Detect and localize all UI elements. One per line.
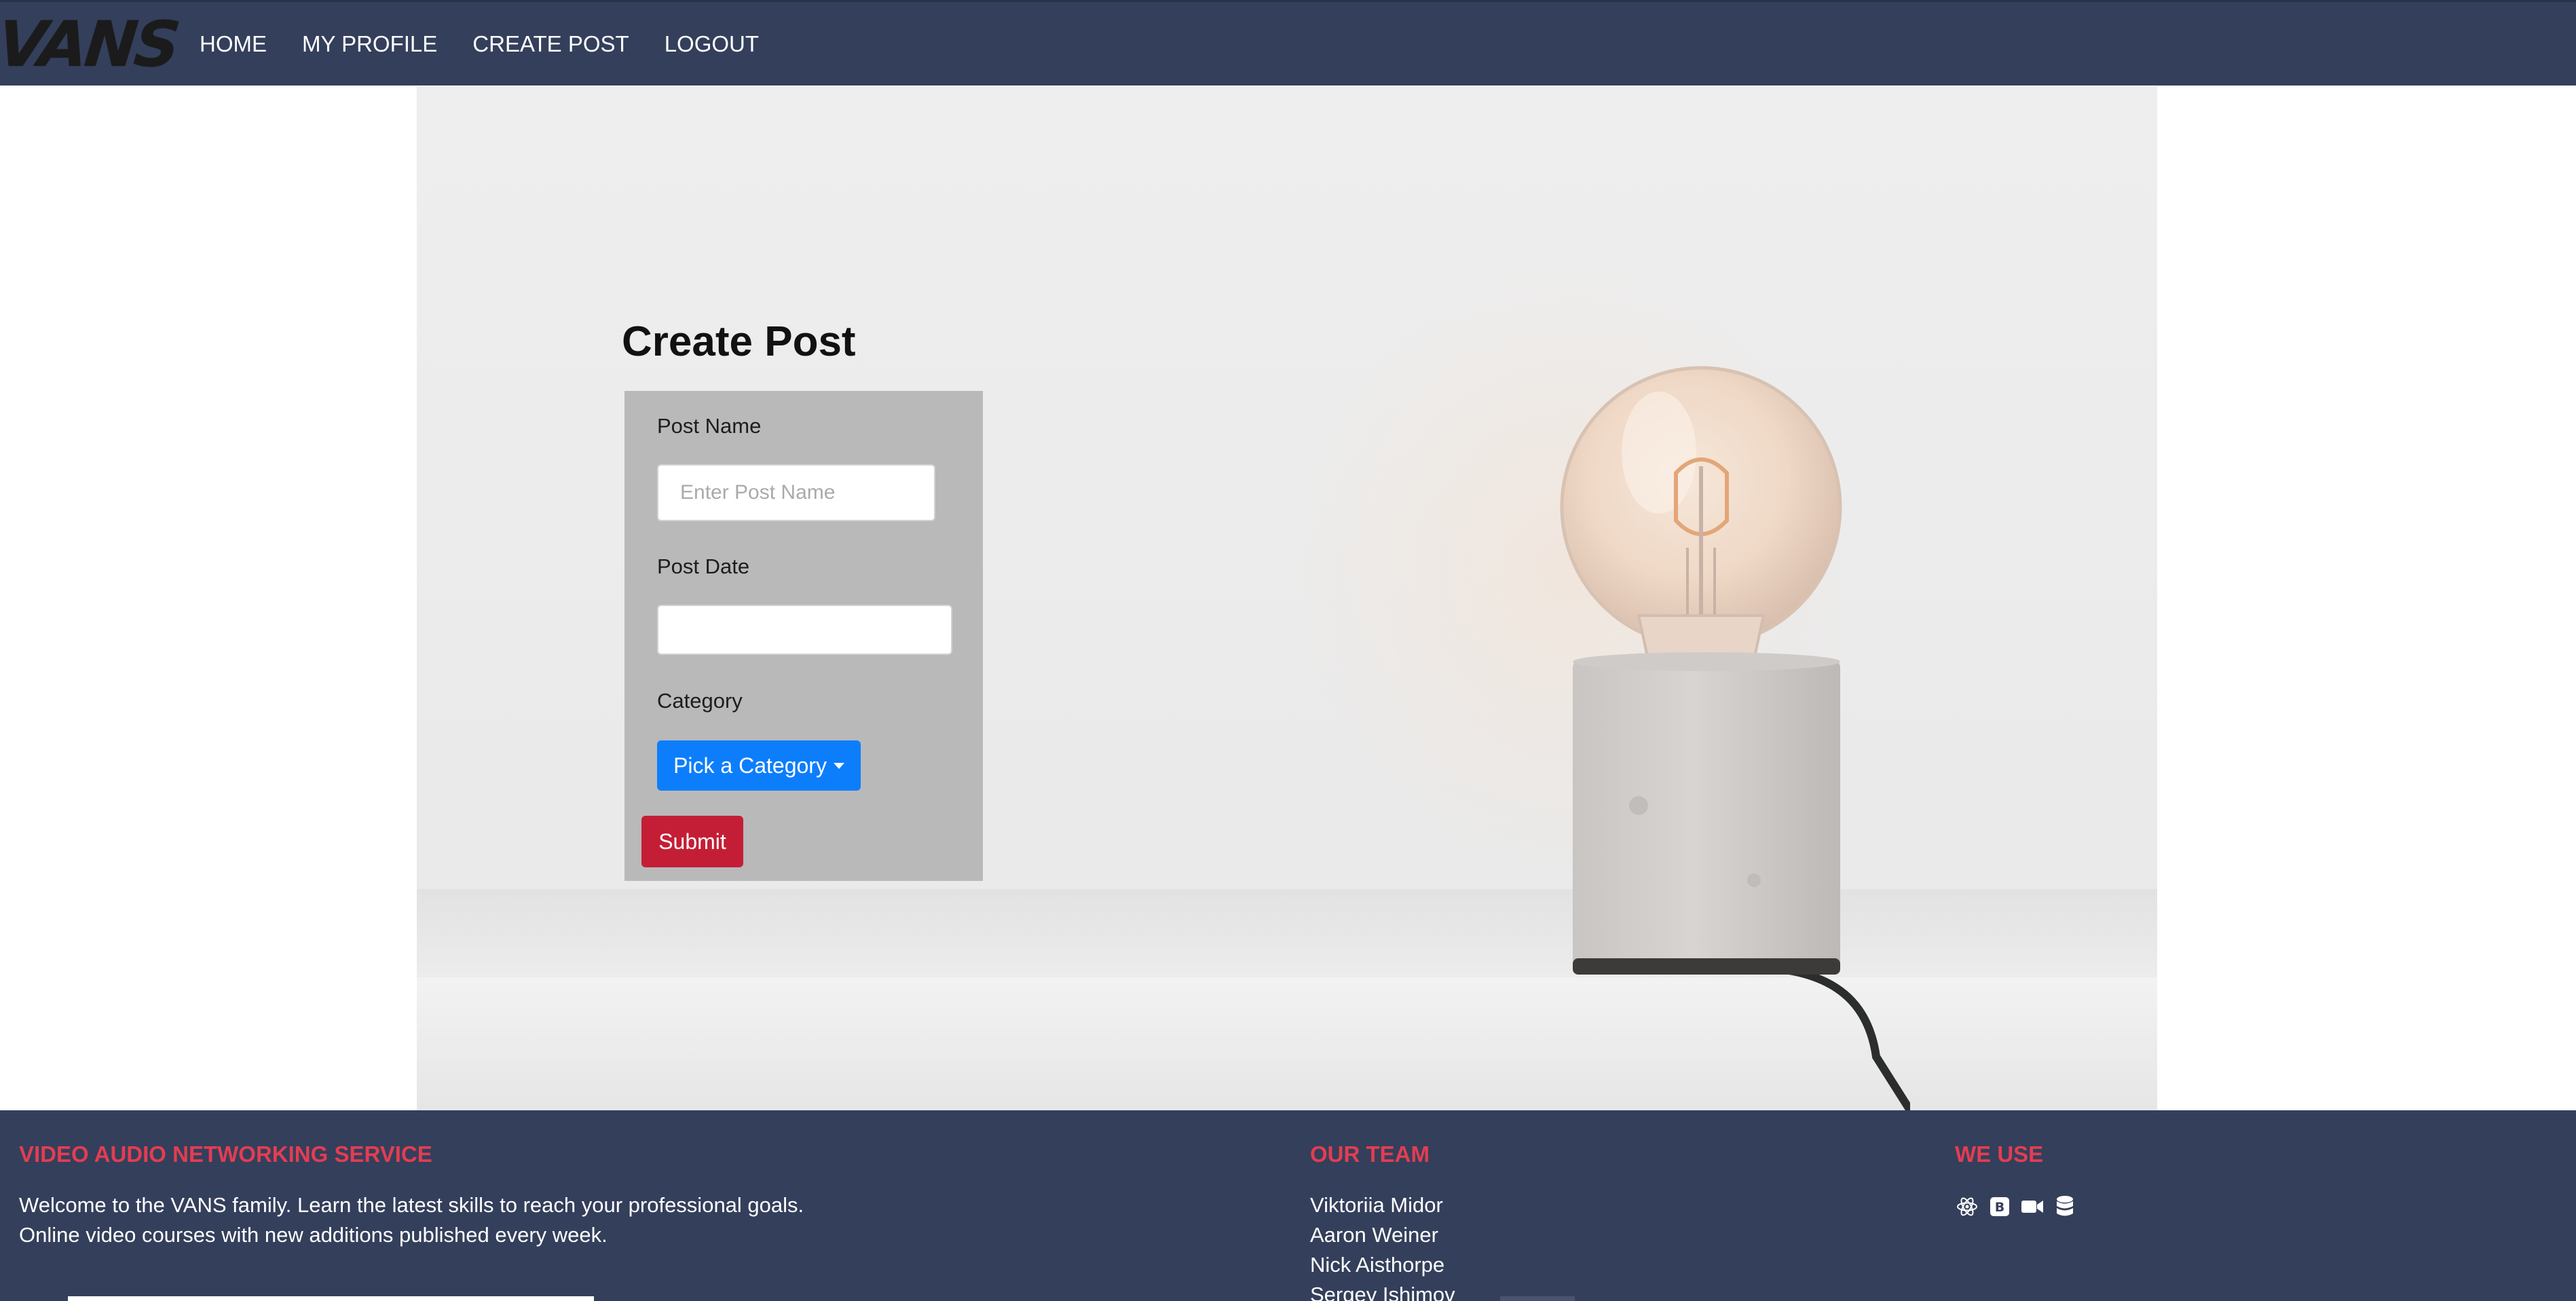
- team-member: Aaron Weiner: [1310, 1223, 1438, 1247]
- team-member: Nick Aisthorpe: [1310, 1253, 1445, 1277]
- footer-tech-heading: WE USE: [1955, 1142, 2044, 1167]
- submit-button[interactable]: Submit: [641, 816, 743, 867]
- video-camera-icon: [2020, 1194, 2045, 1219]
- top-navbar: VANS HOME MY PROFILE CREATE POST LOGOUT: [0, 0, 2576, 86]
- scroll-indicator: [1500, 1296, 1575, 1301]
- team-member: Sergey Ishimov: [1310, 1283, 1455, 1301]
- vans-logo[interactable]: VANS: [0, 7, 181, 80]
- bootstrap-icon: B: [1987, 1194, 2012, 1219]
- team-list: Viktoriia Midor Aaron Weiner Nick Aistho…: [1310, 1190, 1455, 1301]
- footer-about-heading: VIDEO AUDIO NETWORKING SERVICE: [19, 1142, 432, 1167]
- nav-link-my-profile[interactable]: MY PROFILE: [302, 31, 437, 57]
- horizontal-scrollbar[interactable]: [68, 1296, 594, 1301]
- post-name-input[interactable]: [657, 464, 935, 521]
- site-footer: VIDEO AUDIO NETWORKING SERVICE Welcome t…: [0, 1110, 2576, 1301]
- footer-team-heading: OUR TEAM: [1310, 1142, 1430, 1167]
- tech-icons: B: [1955, 1194, 2085, 1219]
- svg-text:B: B: [1995, 1200, 2004, 1215]
- category-dropdown-label: Pick a Category: [673, 753, 827, 778]
- post-date-label: Post Date: [657, 554, 750, 578]
- nav-links: HOME MY PROFILE CREATE POST LOGOUT: [200, 31, 794, 57]
- nav-link-create-post[interactable]: CREATE POST: [472, 31, 629, 57]
- footer-about-line-1: Welcome to the VANS family. Learn the la…: [19, 1193, 804, 1217]
- team-member: Viktoriia Midor: [1310, 1193, 1443, 1217]
- page-title: Create Post: [622, 318, 856, 365]
- create-post-form: Post Name Post Date Category Pick a Cate…: [624, 391, 983, 881]
- post-name-label: Post Name: [657, 414, 762, 438]
- react-icon: [1955, 1194, 1979, 1219]
- nav-link-logout[interactable]: LOGOUT: [665, 31, 759, 57]
- post-date-input[interactable]: [657, 605, 952, 655]
- category-label: Category: [657, 689, 743, 713]
- caret-down-icon: [833, 762, 844, 769]
- lightbulb-lamp-illustration: [1560, 366, 1910, 1110]
- category-dropdown-button[interactable]: Pick a Category: [657, 740, 861, 791]
- nav-link-home[interactable]: HOME: [200, 31, 267, 57]
- footer-about-line-2: Online video courses with new additions …: [19, 1223, 608, 1247]
- database-icon: [2053, 1194, 2077, 1219]
